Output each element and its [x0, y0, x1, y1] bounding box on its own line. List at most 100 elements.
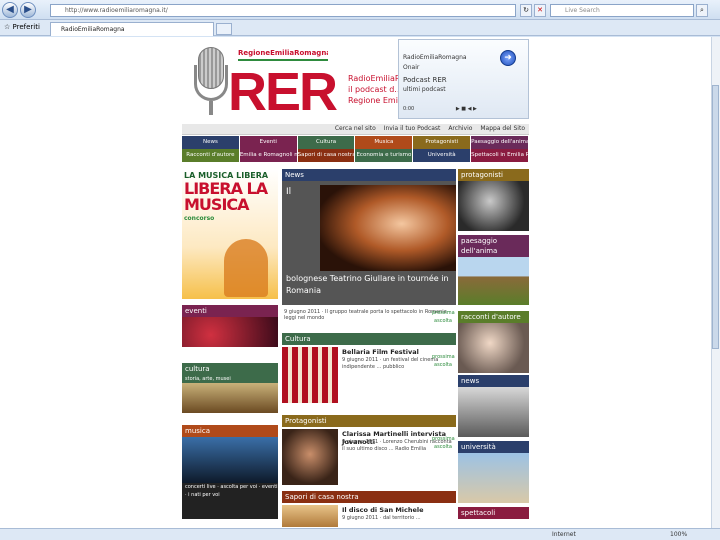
nav-musica[interactable]: Musica	[355, 136, 414, 149]
cultura-image	[182, 383, 278, 413]
right-universita-header: università	[458, 441, 529, 453]
vertical-scrollbar[interactable]	[711, 37, 720, 528]
right-column: protagonisti paesaggio dell'anima raccon…	[458, 169, 529, 528]
status-bar: Internet 100%	[0, 528, 720, 540]
right-spettacoli-header: spettacoli	[458, 507, 529, 519]
right-paesaggio[interactable]: paesaggio dell'anima	[458, 235, 529, 305]
nav-news[interactable]: News	[182, 136, 240, 149]
section-cultura[interactable]: cultura storia, arte, musei	[182, 363, 278, 413]
scrollbar-thumb[interactable]	[712, 85, 719, 349]
podcast-line3: Podcast RER	[403, 76, 447, 84]
nav-eventi[interactable]: Eventi	[239, 136, 298, 149]
section-eventi[interactable]: eventi	[182, 305, 278, 347]
news-title-fragment: Il	[286, 187, 292, 197]
main-nav-row2: Racconti d'autore Emilia e Romagnoli nel…	[182, 149, 529, 162]
podcast-line2: Onair	[403, 64, 420, 71]
promo-title-2: LIBERA LA MUSICA	[184, 179, 268, 214]
sapori-title[interactable]: Il disco di San Michele	[342, 506, 424, 514]
ascolta-badge[interactable]: prossima ascolta	[432, 353, 455, 371]
rer-logo[interactable]: RegioneEmiliaRomagna RER	[190, 43, 338, 123]
browser-toolbar: ◀ ▶ http://www.radioemiliaromagna.it/ ↻ …	[0, 0, 720, 20]
brand-band: RegioneEmiliaRomagna	[238, 49, 328, 61]
protagonisti-item[interactable]: Protagonisti Clarissa Martinelli intervi…	[282, 415, 456, 489]
nav-emiliani-mondo[interactable]: Emilia e Romagnoli nel mondo	[239, 149, 298, 162]
ascolta-badge[interactable]: prossima ascolta	[432, 435, 455, 453]
podcast-player[interactable]: RadioEmiliaRomagna Onair Podcast RER ult…	[398, 39, 529, 119]
nav-universita[interactable]: Università	[413, 149, 472, 162]
utility-sitemap[interactable]: Mappa del Sito	[480, 125, 525, 132]
sapori-item[interactable]: Sapori di casa nostra Il disco di San Mi…	[282, 491, 456, 528]
musica-header: musica	[182, 425, 278, 437]
browser-window: ◀ ▶ http://www.radioemiliaromagna.it/ ↻ …	[0, 0, 720, 540]
right-news[interactable]: news	[458, 375, 529, 437]
nav-paesaggio[interactable]: Paesaggio dell'anima	[471, 136, 529, 149]
section-musica[interactable]: musica concerti live · ascolta per voi ·…	[182, 425, 278, 519]
right-paesaggio-header: paesaggio dell'anima	[458, 235, 529, 257]
stop-button[interactable]: ✕	[534, 4, 546, 17]
right-protagonisti[interactable]: protagonisti	[458, 169, 529, 231]
nav-cultura[interactable]: Cultura	[297, 136, 356, 149]
cultura-sub: storia, arte, musei	[185, 376, 231, 382]
forward-button[interactable]: ▶	[20, 2, 36, 18]
right-protagonisti-header: protagonisti	[458, 169, 529, 181]
news-photo	[458, 387, 529, 437]
portrait-image	[458, 181, 529, 231]
eventi-header: eventi	[182, 305, 278, 317]
eventi-image	[182, 317, 278, 347]
refresh-button[interactable]: ↻	[520, 4, 532, 17]
podcast-line1: RadioEmiliaRomagna	[403, 54, 467, 61]
new-tab-button[interactable]	[216, 23, 232, 35]
nav-spettacoli[interactable]: Spettacoli in Emilia Romagna	[471, 149, 529, 162]
logo-text: RER	[228, 62, 338, 122]
utility-search[interactable]: Cerca nel sito	[335, 125, 376, 132]
statue-image	[458, 453, 529, 503]
jovanotti-photo	[282, 429, 338, 485]
cultura-item[interactable]: Cultura Bellaria Film Festival 9 giugno …	[282, 333, 456, 411]
nav-sapori[interactable]: Sapori di casa nostra	[297, 149, 356, 162]
promo-subtitle: concorso	[184, 215, 215, 222]
player-buttons[interactable]: ▶ ■ ◀ ▶	[456, 106, 477, 112]
news-caption[interactable]: bolognese Teatrino Giullare in tournée i…	[286, 273, 452, 297]
nav-racconti[interactable]: Racconti d'autore	[182, 149, 240, 162]
news-meta: 9 giugno 2011 · Il gruppo teatrale porta…	[282, 307, 456, 331]
sapori-desc: 9 giugno 2011 · dal territorio ...	[342, 515, 421, 521]
sapori-thumb	[282, 505, 338, 527]
nav-protagonisti[interactable]: Protagonisti	[413, 136, 472, 149]
cultura-header: cultura	[185, 365, 210, 373]
center-column: News Il bolognese Teatrino Giullare in t…	[282, 169, 456, 528]
news-meta-text: 9 giugno 2011 · Il gruppo teatrale porta…	[284, 309, 450, 321]
nav-economia[interactable]: Economia e turismo	[355, 149, 414, 162]
cultura-title[interactable]: Bellaria Film Festival	[342, 348, 419, 356]
favorites-button[interactable]: ☆ Preferiti	[4, 23, 40, 31]
right-racconti[interactable]: racconti d'autore	[458, 311, 529, 373]
protagonisti-section-header: Protagonisti	[282, 415, 456, 427]
ascolta-badge[interactable]: prossima ascolta	[432, 309, 455, 327]
microphone-icon	[192, 47, 228, 119]
favorites-label: Preferiti	[12, 23, 40, 31]
tab-bar: ☆ Preferiti RadioEmiliaRomagna	[0, 20, 720, 36]
tab-active[interactable]: RadioEmiliaRomagna	[50, 22, 214, 36]
address-bar[interactable]: http://www.radioemiliaromagna.it/	[50, 4, 516, 17]
search-input[interactable]: Live Search	[550, 4, 694, 17]
promo-banner[interactable]: LA MUSICA LIBERA LIBERA LA MUSICA concor…	[182, 169, 278, 299]
right-news-header: news	[458, 375, 529, 387]
musica-sub: concerti live · ascolta per voi · eventi…	[185, 484, 278, 498]
right-racconti-header: racconti d'autore	[458, 311, 529, 323]
utility-send-podcast[interactable]: Invia il tuo Podcast	[384, 125, 441, 132]
news-feature[interactable]: News Il bolognese Teatrino Giullare in t…	[282, 169, 456, 305]
zoom-level[interactable]: 100%	[670, 531, 687, 538]
utility-archive[interactable]: Archivio	[448, 125, 472, 132]
search-icon[interactable]: ⌕	[696, 4, 708, 17]
left-column: LA MUSICA LIBERA LIBERA LA MUSICA concor…	[182, 169, 278, 528]
landscape-image	[458, 257, 529, 305]
back-button[interactable]: ◀	[2, 2, 18, 18]
podcast-icon[interactable]: ➜	[500, 50, 516, 66]
musica-image	[182, 437, 278, 483]
player-controls[interactable]: 0:00 ▶ ■ ◀ ▶	[403, 106, 525, 114]
utility-bar: Cerca nel sito Invia il tuo Podcast Arch…	[182, 124, 529, 135]
right-universita[interactable]: università	[458, 441, 529, 503]
singer-figure	[224, 239, 268, 297]
news-image	[320, 185, 456, 271]
sapori-section-header: Sapori di casa nostra	[282, 491, 456, 503]
right-spettacoli[interactable]: spettacoli	[458, 507, 529, 519]
